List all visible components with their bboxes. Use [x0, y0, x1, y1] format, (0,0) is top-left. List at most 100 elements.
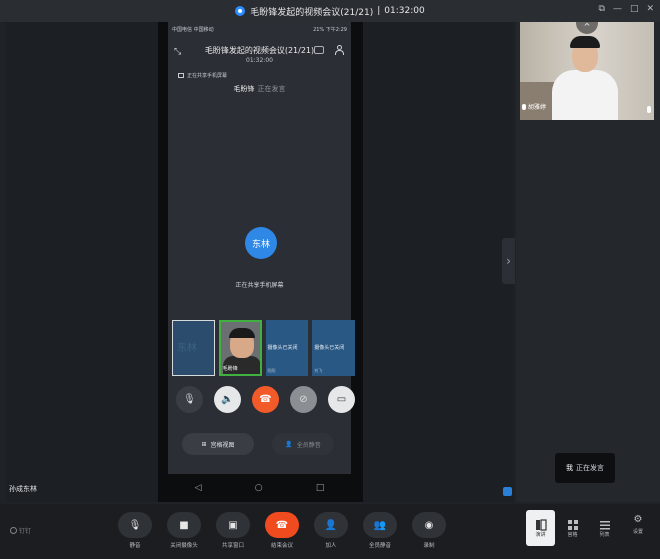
camera-switch-icon — [314, 46, 324, 54]
tile-name: 刘飞 — [314, 368, 323, 373]
grid-view-icon — [567, 516, 579, 530]
phone-hangup-button[interactable]: ☎ — [252, 386, 279, 413]
participants-icon — [334, 45, 344, 56]
participant-tile[interactable]: 东林 — [172, 320, 215, 376]
mute-label: 静音 — [129, 543, 141, 549]
meeting-duration: 01:32:00 — [384, 6, 425, 16]
settings-button[interactable]: ⚙ 设置 — [628, 514, 648, 535]
mic-icon: 🎙 — [183, 394, 196, 405]
add-person-button[interactable]: 👤 加人 — [312, 512, 350, 549]
mute-all-button[interactable]: 👤 全员静音 — [272, 433, 334, 455]
tile-avatar-text: 东林 — [177, 343, 197, 354]
window-title: 毛盼锋发起的视频会议(21/21) — [250, 7, 374, 18]
camera-toggle-button[interactable]: ■ 关闭摄像头 — [165, 512, 203, 549]
restore-icon[interactable]: ⧉ — [599, 4, 605, 14]
carrier-text: 中国电信 中国移动 — [172, 26, 214, 33]
share-window-button[interactable]: ▣ 共享窗口 — [214, 512, 252, 549]
sidebar-toggle[interactable]: › — [502, 238, 515, 284]
share-label: 共享窗口 — [221, 543, 244, 549]
share-screen-icon: ▭ — [336, 394, 347, 405]
hangup-icon: ☎ — [259, 394, 272, 405]
view-list-label: 列表 — [599, 532, 610, 538]
view-grid[interactable]: 宫格 — [558, 510, 587, 546]
phone-mic-button[interactable]: 🎙 — [176, 386, 203, 413]
tile-camera-status: 摄像头已关闭 — [314, 345, 345, 351]
end-meeting-label: 结束会议 — [270, 543, 293, 549]
participant-face — [228, 328, 255, 358]
phone-share-button[interactable]: ▭ — [328, 386, 355, 413]
participant-tiles: 东林 毛盼锋 摄像头已关闭 阳阳 摄像头已关闭 刘飞 — [172, 320, 355, 378]
participant-tile[interactable]: 摄像头已关闭 刘飞 — [312, 320, 355, 376]
close-icon[interactable]: ✕ — [646, 4, 654, 14]
hangup-icon: ☎ — [265, 512, 299, 538]
recents-icon[interactable]: □ — [316, 483, 325, 493]
view-speaker-label: 演讲 — [535, 532, 546, 538]
phone-meeting-time: 01:32:00 — [246, 57, 273, 64]
camera-off-icon: ⊘ — [299, 394, 308, 405]
phone-display: 中国电信 中国移动 21% 下午2:29 ⤡ 毛盼锋发起的视频会议(21/21)… — [168, 22, 355, 474]
local-participant-name: 孙成东林 — [9, 485, 37, 493]
camera-icon: ■ — [167, 512, 201, 538]
minimize-icon[interactable]: — — [613, 4, 622, 14]
view-grid-label: 宫格 — [567, 532, 578, 538]
record-button[interactable]: ◉ 录制 — [410, 512, 448, 549]
add-person-icon: 👤 — [314, 512, 348, 538]
mic-icon: 🎙 — [118, 512, 152, 538]
shared-phone-screen: 中国电信 中国移动 21% 下午2:29 ⤡ 毛盼锋发起的视频会议(21/21)… — [158, 22, 363, 502]
tile-name: 毛盼锋 — [222, 366, 238, 372]
app-logo-icon — [235, 6, 246, 16]
participant-tile[interactable]: 摄像头已关闭 阳阳 — [265, 320, 309, 376]
view-speaker[interactable]: 演讲 — [526, 510, 555, 546]
speaking-toast: 我 正在发言 — [555, 453, 615, 483]
mute-button[interactable]: 🎙 静音 — [116, 512, 154, 549]
share-note: 正在共享手机屏幕 — [178, 72, 227, 79]
grid-view-label: 宫格视图 — [210, 441, 235, 449]
dingtalk-logo-icon — [10, 527, 17, 534]
monitor-icon — [178, 73, 184, 78]
speaker-name: 毛盼锋 — [233, 85, 255, 93]
title-separator: | — [377, 6, 381, 16]
window-controls: ⧉ — □ ✕ — [599, 4, 655, 14]
maximize-icon[interactable]: □ — [630, 4, 639, 14]
phone-camera-button[interactable]: ⊘ — [290, 386, 317, 413]
brand: 钉钉 — [10, 526, 31, 535]
participant-tile[interactable]: 毛盼锋 — [218, 320, 262, 376]
grid-view-button[interactable]: ⊞ 宫格视图 — [182, 433, 254, 455]
phone-speaker-button[interactable]: 🔈 — [214, 386, 241, 413]
network-icon — [503, 487, 512, 496]
settings-label: 设置 — [632, 529, 643, 535]
sharing-label: 正在共享手机屏幕 — [235, 282, 284, 289]
phone-call-controls: 🎙 🔈 ☎ ⊘ ▭ — [174, 386, 357, 418]
current-speaker: 毛盼锋 正在发言 — [168, 84, 351, 94]
share-icon: ▣ — [216, 512, 250, 538]
remote-name: 胡雅婷 — [528, 104, 547, 111]
phone-meeting-header: ⤡ 毛盼锋发起的视频会议(21/21) 01:32:00 — [168, 38, 351, 72]
home-icon[interactable]: ○ — [255, 483, 263, 493]
chevron-right-icon: › — [506, 254, 511, 268]
speaker-icon: 🔈 — [221, 394, 234, 405]
view-list[interactable]: 列表 — [590, 510, 619, 546]
list-view-icon — [599, 516, 611, 530]
mute-all-toolbar-button[interactable]: 👥 全员静音 — [361, 512, 399, 549]
phone-status-bar: 中国电信 中国移动 21% 下午2:29 — [168, 22, 351, 36]
battery-time: 21% 下午2:29 — [313, 26, 347, 33]
end-meeting-button[interactable]: ☎ 结束会议 — [263, 512, 301, 549]
record-icon: ◉ — [412, 512, 446, 538]
share-note-text: 正在共享手机屏幕 — [187, 73, 228, 79]
title-bar: 毛盼锋发起的视频会议(21/21) | 01:32:00 ⧉ — □ ✕ — [0, 0, 660, 22]
mute-all-icon: 👥 — [363, 512, 397, 538]
back-icon[interactable]: ◁ — [195, 483, 202, 493]
toast-me: 我 — [566, 464, 573, 472]
record-label: 录制 — [423, 543, 435, 549]
remote-video[interactable]: ^ 胡雅婷 — [520, 22, 654, 120]
view-mode-switcher: 演讲 宫格 列表 — [526, 510, 620, 546]
camera-label: 关闭摄像头 — [170, 543, 198, 549]
sharer-avatar: 东林 — [245, 227, 277, 259]
remote-body — [552, 70, 618, 120]
speaker-view-icon — [535, 516, 547, 531]
remote-name-label: 胡雅婷 — [522, 102, 546, 111]
gear-icon: ⚙ — [633, 514, 643, 525]
speaker-status: 正在发言 — [257, 85, 286, 93]
mute-all-toolbar-label: 全员静音 — [368, 543, 391, 549]
mute-all-icon: 👤 — [285, 440, 293, 448]
